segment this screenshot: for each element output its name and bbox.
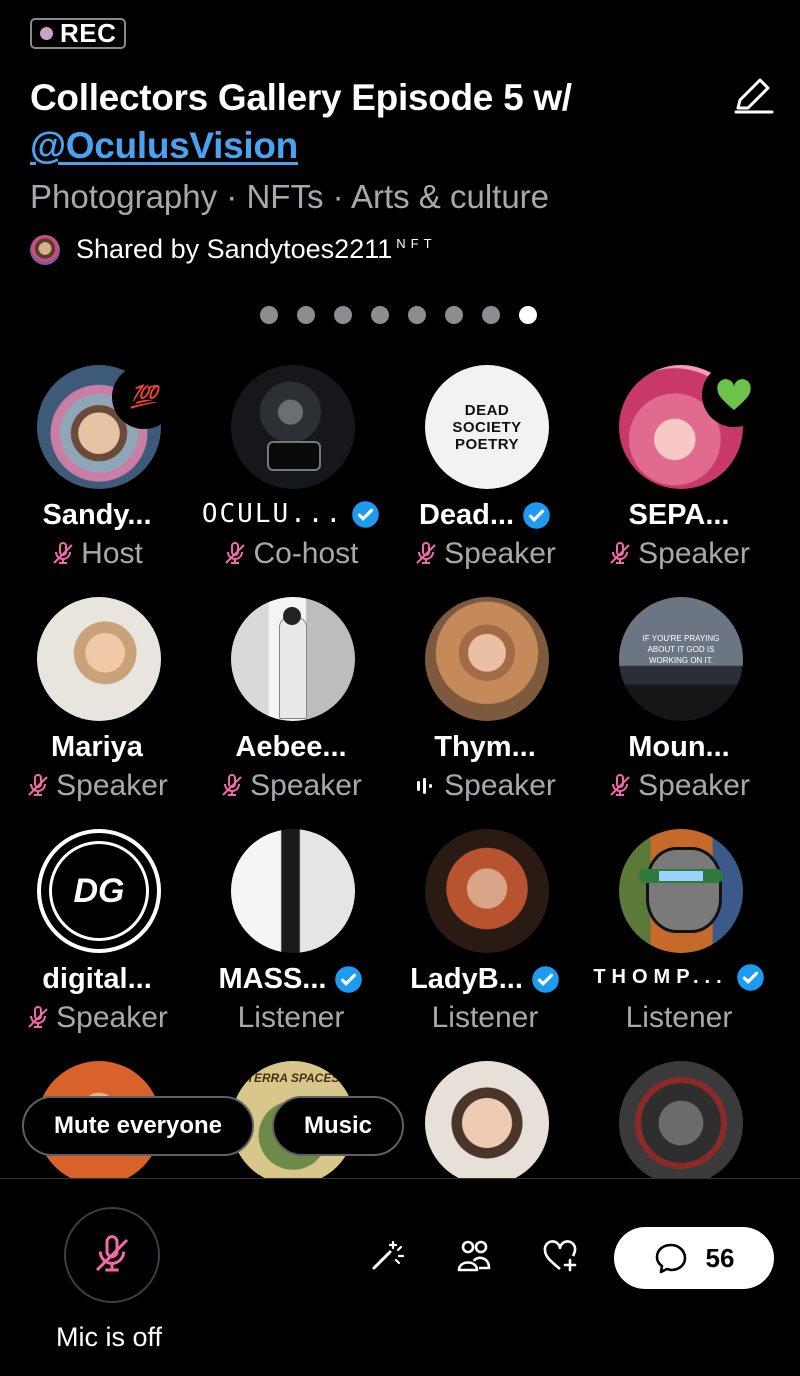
record-dot-icon xyxy=(40,27,53,40)
participant-role: Speaker xyxy=(638,769,750,802)
shared-by-row[interactable]: Shared by Sandytoes2211 NFT xyxy=(30,234,437,265)
avatar: DEAD SOCIETY POETRY xyxy=(425,365,549,489)
participant-name: SEPA... xyxy=(628,499,730,531)
people-icon[interactable] xyxy=(454,1236,494,1276)
magic-wand-icon[interactable] xyxy=(366,1236,406,1276)
participant-name: LadyB... xyxy=(410,963,523,995)
avatar xyxy=(619,1061,743,1185)
participant-role: Speaker xyxy=(56,1001,168,1034)
participant-role: Speaker xyxy=(444,769,556,802)
mountain-quote-text: IF YOU'RE PRAYING ABOUT IT GOD IS WORKIN… xyxy=(642,634,720,665)
cartoon-head xyxy=(646,847,722,933)
participant-role: Listener xyxy=(431,1001,539,1034)
participant-name: OCULU... xyxy=(201,499,344,529)
avatar xyxy=(231,829,355,953)
participant-role: Speaker xyxy=(250,769,362,802)
edit-pencil-icon[interactable] xyxy=(728,72,776,120)
standing-figure xyxy=(279,617,307,719)
mic-off-icon xyxy=(95,1235,129,1272)
rec-badge: REC xyxy=(30,18,127,49)
avatar xyxy=(231,597,355,721)
music-button[interactable]: Music xyxy=(272,1096,404,1156)
verified-badge-icon xyxy=(532,966,559,993)
participant-name: Mariya xyxy=(51,731,143,763)
shared-by-text: Shared by Sandytoes2211 xyxy=(76,234,393,264)
shared-by-suffix: NFT xyxy=(396,236,437,251)
page-dot[interactable] xyxy=(482,306,500,324)
reaction-heart-icon xyxy=(702,363,766,427)
avatar xyxy=(425,829,549,953)
verified-badge-icon xyxy=(736,964,764,991)
participant-name: Moun... xyxy=(628,731,730,763)
dead-society-poetry-logo: DEAD SOCIETY POETRY xyxy=(452,401,522,453)
participant-role: Listener xyxy=(625,1001,733,1034)
participant-name: Dead... xyxy=(418,499,515,531)
participant-name: MASS... xyxy=(218,963,327,995)
rec-label: REC xyxy=(60,18,117,48)
page-dot[interactable] xyxy=(297,306,315,324)
participant-name: Sandy... xyxy=(42,499,152,531)
page-indicator[interactable] xyxy=(260,306,537,324)
participant-role: Speaker xyxy=(56,769,168,802)
participant-role: Speaker xyxy=(638,537,750,570)
sharer-avatar xyxy=(30,234,60,265)
participant-role: Speaker xyxy=(444,537,556,570)
avatar xyxy=(619,829,743,953)
verified-badge-icon xyxy=(523,502,550,529)
mic-off-icon xyxy=(222,774,242,796)
mic-off-icon xyxy=(28,1006,48,1028)
comments-button[interactable]: 56 xyxy=(614,1227,774,1289)
page-dot[interactable] xyxy=(408,306,426,324)
participant-name: Thym... xyxy=(434,731,536,763)
avatar xyxy=(425,1061,549,1185)
dg-logo-text: DG xyxy=(73,871,125,910)
verified-badge-icon xyxy=(335,966,363,993)
participant-name: THOMP... xyxy=(593,966,728,988)
mic-off-icon xyxy=(610,774,630,796)
page-dot[interactable] xyxy=(371,306,389,324)
comment-count: 56 xyxy=(705,1242,735,1273)
mic-off-icon xyxy=(28,774,48,796)
camera-icon xyxy=(267,441,321,471)
title-handle-link[interactable]: @OculusVision xyxy=(30,125,298,166)
mic-off-icon xyxy=(416,542,436,564)
space-topics: Photography · NFTs · Arts & culture xyxy=(30,178,550,215)
participant-name: digital... xyxy=(42,963,152,995)
space-title-text: Collectors Gallery Episode 5 w/ xyxy=(30,77,572,118)
page-dot[interactable] xyxy=(519,306,537,324)
avatar: IF YOU'RE PRAYING ABOUT IT GOD IS WORKIN… xyxy=(619,597,743,721)
participant-role: Co-host xyxy=(253,537,359,570)
mic-toggle-button[interactable] xyxy=(64,1207,160,1303)
mute-everyone-button[interactable]: Mute everyone xyxy=(22,1096,254,1156)
verified-badge-icon xyxy=(352,500,379,528)
page-dot[interactable] xyxy=(260,306,278,324)
reaction-100-icon: 💯 xyxy=(112,365,176,429)
avatar: DG xyxy=(37,829,161,953)
comment-bubble-icon xyxy=(655,1243,686,1274)
mic-status-label: Mic is off xyxy=(56,1322,163,1352)
participant-name: Aebee... xyxy=(235,731,347,763)
page-dot[interactable] xyxy=(445,306,463,324)
speaking-indicator-icon xyxy=(417,778,433,794)
mic-off-icon xyxy=(225,542,246,564)
avatar xyxy=(231,365,355,489)
avatar xyxy=(37,597,161,721)
participant-role: Host xyxy=(81,537,143,570)
mic-off-icon xyxy=(53,542,73,564)
mic-off-icon xyxy=(610,542,630,564)
avatar xyxy=(425,597,549,721)
participant-role: Listener xyxy=(237,1001,345,1034)
heart-add-icon[interactable] xyxy=(540,1236,580,1276)
space-title: Collectors Gallery Episode 5 w/ @OculusV… xyxy=(30,74,720,170)
page-dot[interactable] xyxy=(334,306,352,324)
